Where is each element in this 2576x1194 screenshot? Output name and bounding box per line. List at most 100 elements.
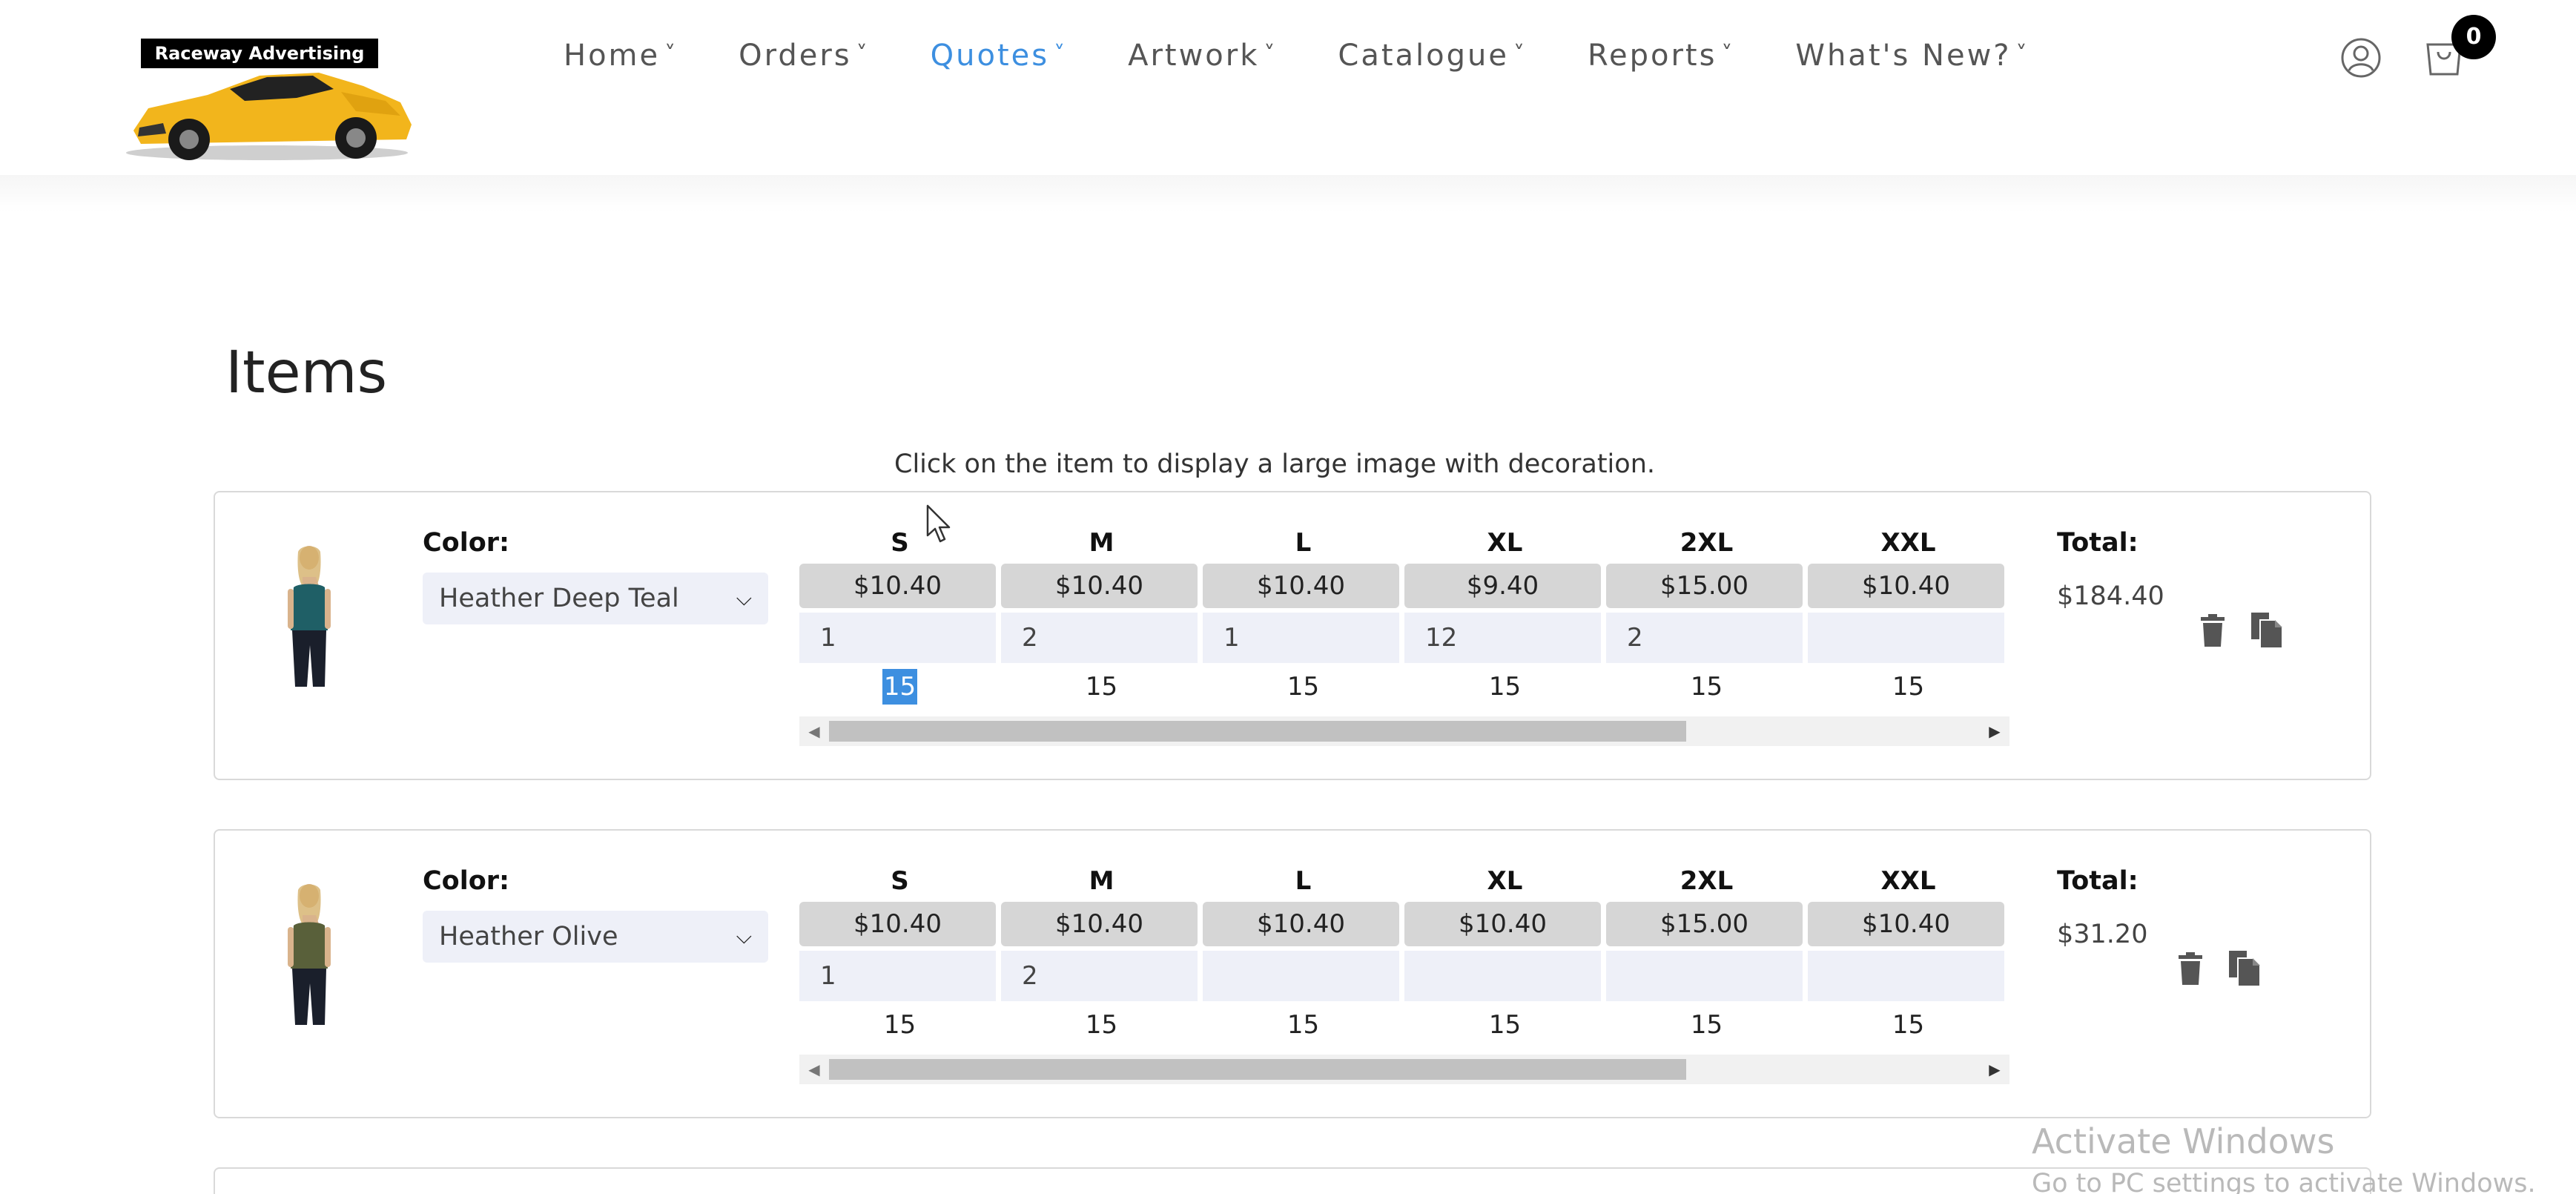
nav-quotes[interactable]: Quotes ˅	[931, 39, 1067, 73]
chevron-down-icon: ⌵	[736, 924, 752, 949]
quantity-input[interactable]	[1606, 951, 1803, 1001]
quantity-input[interactable]: 2	[1606, 613, 1803, 663]
size-header: XXL	[1880, 528, 1936, 558]
item-card: Color: Heather Deep Teal ⌵ S M L XL 2XL …	[214, 491, 2371, 780]
size-price: $10.40	[799, 564, 996, 608]
selected-minimum-text: 15	[882, 669, 918, 705]
product-thumbnail[interactable]	[273, 880, 346, 1028]
copy-icon[interactable]	[2227, 949, 2262, 986]
nav-artwork[interactable]: Artwork ˅	[1128, 39, 1277, 73]
nav-catalogue-label: Catalogue	[1338, 39, 1509, 73]
nav-reports-label: Reports	[1587, 39, 1717, 73]
size-minimum: 15	[1488, 672, 1522, 702]
quantity-input[interactable]	[1404, 951, 1601, 1001]
nav-catalogue[interactable]: Catalogue ˅	[1338, 39, 1527, 73]
size-price: $10.40	[799, 902, 996, 946]
product-thumbnail[interactable]	[273, 541, 346, 690]
size-price: $9.40	[1404, 564, 1601, 608]
quantity-input[interactable]: 2	[1001, 951, 1198, 1001]
chevron-down-icon: ˅	[1721, 41, 1735, 67]
size-header: XL	[1487, 866, 1523, 896]
size-price: $10.40	[1808, 902, 2004, 946]
size-minimum: 15	[1690, 672, 1723, 702]
trash-icon[interactable]	[2177, 952, 2204, 985]
nav-orders[interactable]: Orders ˅	[739, 39, 870, 73]
activate-windows-watermark: Activate Windows Go to PC settings to ac…	[2032, 1121, 2536, 1194]
quantity-row: 1 2	[799, 946, 2009, 1001]
chevron-down-icon: ˅	[1264, 41, 1278, 67]
size-header: S	[891, 866, 909, 896]
scrollbar-thumb[interactable]	[829, 721, 1686, 742]
quantity-input[interactable]	[1808, 951, 2004, 1001]
size-minimum: 15	[1287, 672, 1320, 702]
header-divider	[0, 175, 2576, 212]
total-label: Total:	[2057, 528, 2139, 558]
color-label: Color:	[423, 866, 510, 896]
size-minimum: 15	[1287, 1010, 1320, 1040]
scrollbar-thumb[interactable]	[829, 1059, 1686, 1080]
quantity-row: 1 2 1 12 2	[799, 608, 2009, 663]
size-grid: S M L XL 2XL XXL $10.40 $10.40 $10.40 $1…	[799, 860, 2009, 1049]
horizontal-scrollbar[interactable]: ◀ ▶	[799, 1055, 2009, 1084]
cart-count-badge: 0	[2451, 15, 2496, 59]
scroll-left-icon[interactable]: ◀	[799, 716, 829, 746]
color-select[interactable]: Heather Deep Teal ⌵	[423, 573, 768, 624]
size-header-row: S M L XL 2XL XXL	[799, 860, 2009, 902]
size-price: $10.40	[1808, 564, 2004, 608]
user-circle-icon[interactable]	[2340, 37, 2382, 79]
size-header: M	[1089, 866, 1114, 896]
trash-icon[interactable]	[2199, 614, 2226, 647]
copy-icon[interactable]	[2250, 611, 2284, 648]
total-label: Total:	[2057, 866, 2139, 896]
size-price: $15.00	[1606, 902, 1803, 946]
minimum-row: 15 15 15 15 15 15	[799, 1001, 2009, 1049]
size-minimum: 15	[799, 663, 1000, 710]
total-value: $31.20	[2057, 920, 2148, 949]
price-row: $10.40 $10.40 $10.40 $9.40 $15.00 $10.40	[799, 564, 2009, 608]
quantity-input[interactable]: 12	[1404, 613, 1601, 663]
minimum-row: 15 15 15 15 15 15	[799, 663, 2009, 710]
quantity-input[interactable]	[1203, 951, 1399, 1001]
scroll-left-icon[interactable]: ◀	[799, 1055, 829, 1084]
nav-home[interactable]: Home ˅	[564, 39, 678, 73]
color-label: Color:	[423, 528, 510, 558]
size-header: 2XL	[1680, 866, 1734, 896]
quantity-input[interactable]: 1	[799, 613, 996, 663]
nav-reports[interactable]: Reports ˅	[1588, 39, 1734, 73]
quantity-input[interactable]: 1	[799, 951, 996, 1001]
quantity-input[interactable]	[1808, 613, 2004, 663]
nav-quotes-label: Quotes	[930, 39, 1050, 73]
size-header: XL	[1487, 528, 1523, 558]
horizontal-scrollbar[interactable]: ◀ ▶	[799, 716, 2009, 746]
site-header: Raceway Advertising Home ˅ Orders ˅ Quot…	[0, 0, 2576, 178]
size-minimum: 15	[1085, 672, 1118, 702]
size-minimum: 15	[1488, 1010, 1522, 1040]
size-minimum: 15	[1892, 672, 1925, 702]
scroll-right-icon[interactable]: ▶	[1980, 716, 2009, 746]
size-minimum: 15	[1085, 1010, 1118, 1040]
size-header: 2XL	[1680, 528, 1734, 558]
size-price: $10.40	[1404, 902, 1601, 946]
size-price: $10.40	[1203, 564, 1399, 608]
chevron-down-icon: ˅	[2015, 41, 2030, 67]
quantity-input[interactable]: 1	[1203, 613, 1399, 663]
item-card: Color: Heather Olive ⌵ S M L XL 2XL XXL …	[214, 829, 2371, 1118]
nav-orders-label: Orders	[739, 39, 852, 73]
chevron-down-icon: ⌵	[736, 586, 752, 610]
nav-home-label: Home	[564, 39, 661, 73]
raceway-logo[interactable]: Raceway Advertising	[119, 34, 423, 168]
size-header: XXL	[1880, 866, 1936, 896]
nav-artwork-label: Artwork	[1128, 39, 1260, 73]
page-title: Items	[225, 340, 388, 406]
size-price: $10.40	[1001, 902, 1198, 946]
color-select[interactable]: Heather Olive ⌵	[423, 911, 768, 963]
size-minimum: 15	[883, 1010, 917, 1040]
chevron-down-icon: ˅	[1513, 41, 1527, 67]
nav-whats-new[interactable]: What's New? ˅	[1795, 39, 2029, 73]
item-hint-text: Click on the item to display a large ima…	[894, 449, 1656, 479]
color-select-value: Heather Olive	[439, 922, 618, 951]
size-minimum: 15	[1690, 1010, 1723, 1040]
quantity-input[interactable]: 2	[1001, 613, 1198, 663]
size-header: M	[1089, 528, 1114, 558]
scroll-right-icon[interactable]: ▶	[1980, 1055, 2009, 1084]
